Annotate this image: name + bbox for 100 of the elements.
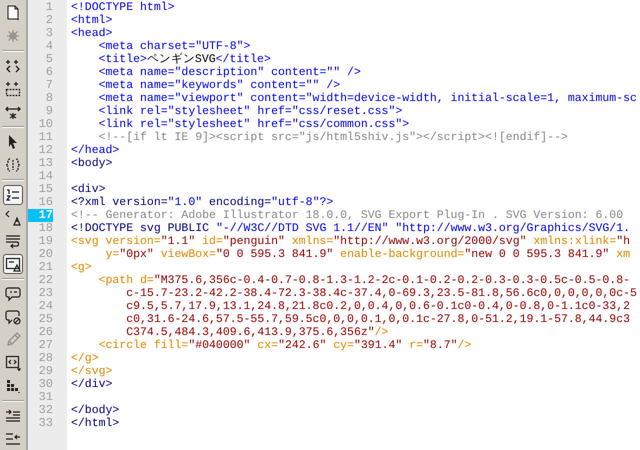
speech-bubble-icon [5, 286, 21, 302]
line-number: 17 [28, 209, 53, 222]
line-number: 4 [44, 40, 53, 53]
code-token: c0,31.6-24.6,57.5-55.7,59.5c0,0,0,0.1,0,0.1c-27.8,0-51.2,19.1-57.8,44.9c3 [125, 313, 630, 326]
code-token: "0px" [119, 248, 154, 261]
line-number: 31 [38, 391, 53, 404]
code-token: <g> [71, 261, 92, 274]
code-token: r= [408, 339, 424, 352]
line-number: 3 [44, 27, 53, 40]
line-number: 11 [38, 131, 53, 144]
line-number: 30 [38, 378, 53, 391]
code-token: "h [616, 235, 630, 248]
line-number: 27 [38, 339, 53, 352]
line-number: 1 [44, 1, 53, 14]
code-token: cx= [256, 339, 278, 352]
code-token: "0 0 595.3 841.9" [216, 248, 334, 261]
code-token: </head> [71, 144, 120, 157]
code-token: "-//W3C//DTD SVG 1.1//EN" "http://www.w3.org/Graphics/SVG/1. [216, 222, 630, 235]
code-token: "8.7" [423, 339, 458, 352]
code-token: </body> [71, 404, 120, 417]
code-token: <body> [71, 157, 112, 170]
line-number: 5 [44, 53, 53, 66]
asterisk-icon [5, 28, 21, 44]
code-token: C374.5,484.3,409.6,413.9,375.6,356z" [125, 326, 375, 339]
pencil-icon [5, 332, 21, 348]
line-number: 21 [38, 261, 53, 274]
line-number: 20 [38, 248, 53, 261]
code-token: "utf-8"?> [271, 196, 334, 209]
indent-icon [5, 408, 21, 424]
code-token: <head> [71, 27, 112, 40]
line-number: 22 [38, 274, 53, 287]
line-number: 7 [44, 79, 53, 92]
code-token: <title> [98, 53, 147, 66]
line-number: 13 [38, 157, 53, 170]
code-token: id= [201, 235, 223, 248]
code-token: <path d= [98, 274, 154, 287]
code-token: encoding= [208, 196, 272, 209]
code-token: <!--[if lt IE 9]><script src="js/html5shiv.js"></script><![endif]--> [98, 131, 568, 144]
code-token: </svg> [71, 365, 112, 378]
line-number: 23 [38, 287, 53, 300]
line-number: 15 [38, 183, 53, 196]
numbered-list-icon [5, 187, 21, 203]
code-token: <div> [71, 183, 106, 196]
warning-panel-icon [5, 256, 21, 272]
code-token: enable-background= [339, 248, 464, 261]
line-number: 12 [38, 144, 53, 157]
warning-panel-button[interactable] [3, 254, 23, 274]
code-token: <html> [71, 14, 112, 27]
line-number: 28 [38, 352, 53, 365]
code-token: "http://www.w3.org/2000/svg" [333, 235, 527, 248]
line-number: 16 [38, 196, 53, 209]
warning-button[interactable] [3, 208, 23, 228]
line-number: 33 [38, 417, 53, 430]
code-token: "M375.6,356c-0.4-0.7-0.8-1.3-1.2-2c-0.1-0.2-0.2-0.3-0.3-0.5c-0.5-0.8- [154, 274, 630, 287]
numbered-list-button[interactable] [3, 185, 23, 205]
chevrons-icon [5, 58, 21, 74]
line-number: 29 [38, 365, 53, 378]
code-token: <meta charset="UTF-8"> [98, 40, 250, 53]
line-number: 32 [38, 404, 53, 417]
braces-icon [5, 157, 21, 173]
code-token: </title> [216, 53, 271, 66]
code-token: <link rel="stylesheet" href="css/common.css"> [98, 118, 410, 131]
code-token: "1.1" [160, 235, 196, 248]
line-number: 14 [38, 170, 53, 183]
line-number: 19 [38, 235, 53, 248]
outdent-icon [5, 431, 21, 447]
code-token: <meta name="viewport" content="width=device-width, initial-scale=1, maximum-sc [98, 92, 637, 105]
code-token: <!DOCTYPE svg PUBLIC [71, 222, 210, 235]
dashed-box-button[interactable] [3, 79, 23, 99]
document-icon [5, 5, 21, 21]
code-token: "242.6" [278, 339, 326, 352]
line-number: 10 [38, 118, 53, 131]
code-token: ペンギンSVG [146, 53, 216, 66]
code-token: <!-- Generator: Adobe Illustrator 18.0.0, SVG Export Plug-In . SVG Version: 6.00 [71, 209, 624, 222]
code-token: <meta name="keywords" content="" /> [98, 79, 340, 92]
code-token: </div> [71, 378, 112, 391]
line-number: 24 [38, 300, 53, 313]
code-token: c-15.7-23.2-42.2-38.4-72.3-38.4c-37.4,0-69.3,23.5-81.8,56.6c0,0,0,0,0,0c-5 [125, 287, 637, 300]
code-token: y= [104, 248, 120, 261]
line-number: 26 [38, 326, 53, 339]
code-tag-button[interactable] [3, 353, 23, 373]
code-token: viewBox= [160, 248, 216, 261]
code-token: /> [458, 339, 472, 352]
line-number: 8 [44, 92, 53, 105]
code-token: "new 0 0 595.3 841.9" [464, 248, 610, 261]
line-number: 25 [38, 313, 53, 326]
bubble-blocked-icon [5, 309, 21, 325]
code-token: c9.5,5.7,17.9,13.1,24.8,21.8c0.2,0,0.4,0,0.6-0.1c0-0.4,0-0.8,0-1.1c0-33,2 [125, 300, 630, 313]
code-token: <svg version= [71, 235, 161, 248]
code-token: xm [615, 248, 630, 261]
grid-icon [5, 378, 21, 394]
code-token: <!DOCTYPE html> [71, 1, 175, 14]
code-token: /> [374, 326, 388, 339]
code-token: <circle fill= [98, 339, 188, 352]
code-token: </html> [71, 417, 120, 430]
line-number: 2 [44, 14, 53, 27]
code-token: <link rel="stylesheet" href="css/reset.css"> [98, 105, 402, 118]
code-token: </g> [71, 352, 99, 365]
line-number: 18 [38, 222, 53, 235]
line-number: 6 [44, 66, 53, 79]
